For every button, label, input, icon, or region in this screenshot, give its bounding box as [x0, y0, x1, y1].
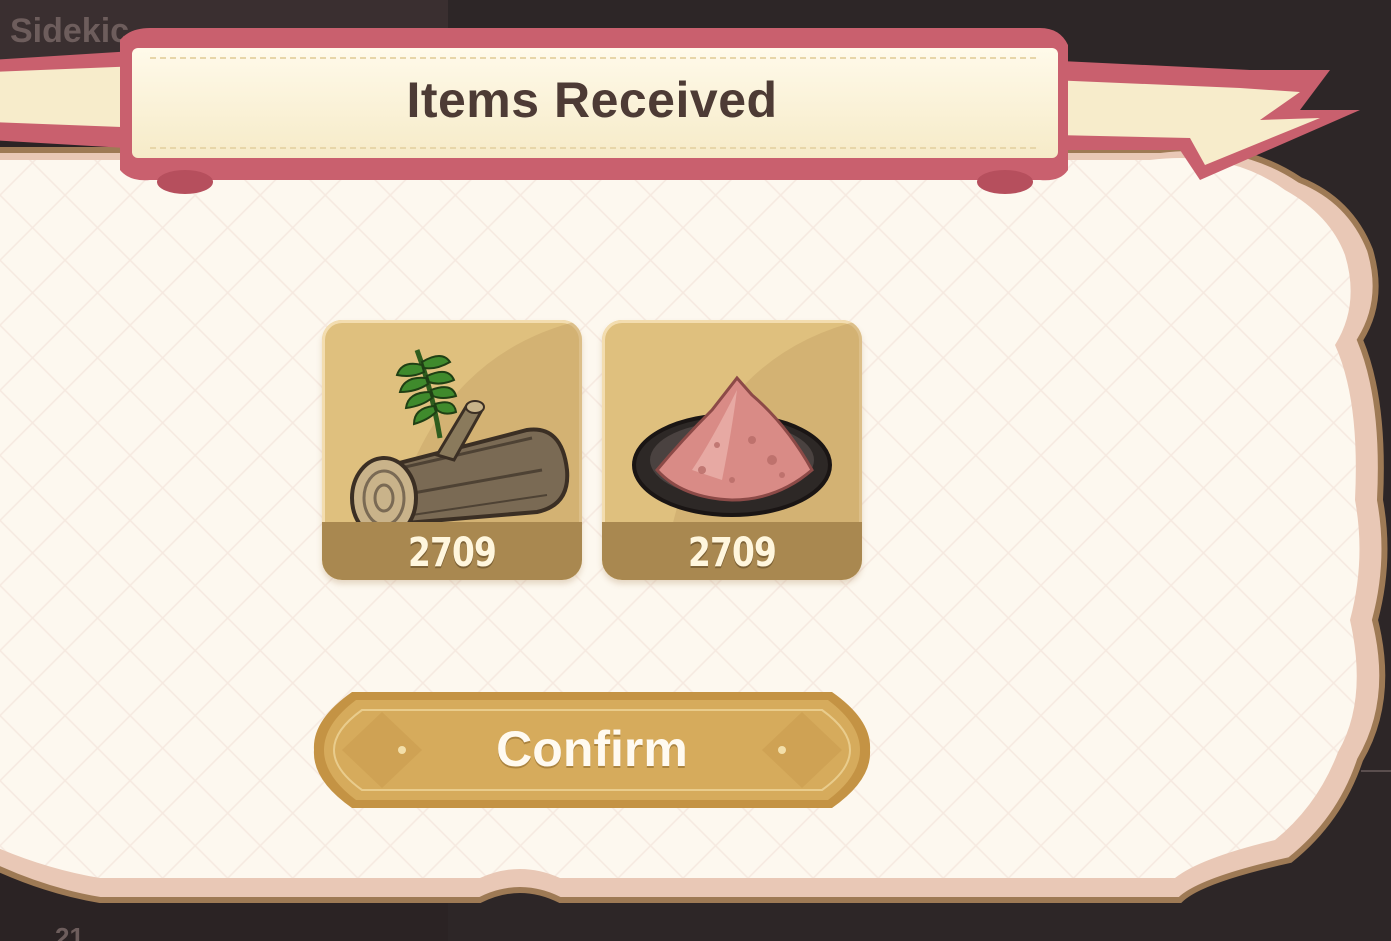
items-list: 2709 2709 — [322, 320, 862, 580]
game-screen: Sidekic 21 Items Received 2709 2709 Conf… — [0, 0, 1391, 941]
dialog-title: Items Received — [406, 72, 778, 128]
item-quantity: 2709 — [687, 530, 777, 576]
confirm-button-label: Confirm — [496, 721, 688, 777]
item-quantity: 2709 — [407, 530, 497, 576]
item-slot-wood[interactable]: 2709 — [322, 320, 582, 580]
pink-powder-plate-icon — [632, 375, 832, 517]
confirm-button[interactable]: Confirm — [312, 690, 872, 810]
wood-log-icon — [350, 349, 570, 525]
item-slot-powder[interactable]: 2709 — [602, 320, 862, 580]
